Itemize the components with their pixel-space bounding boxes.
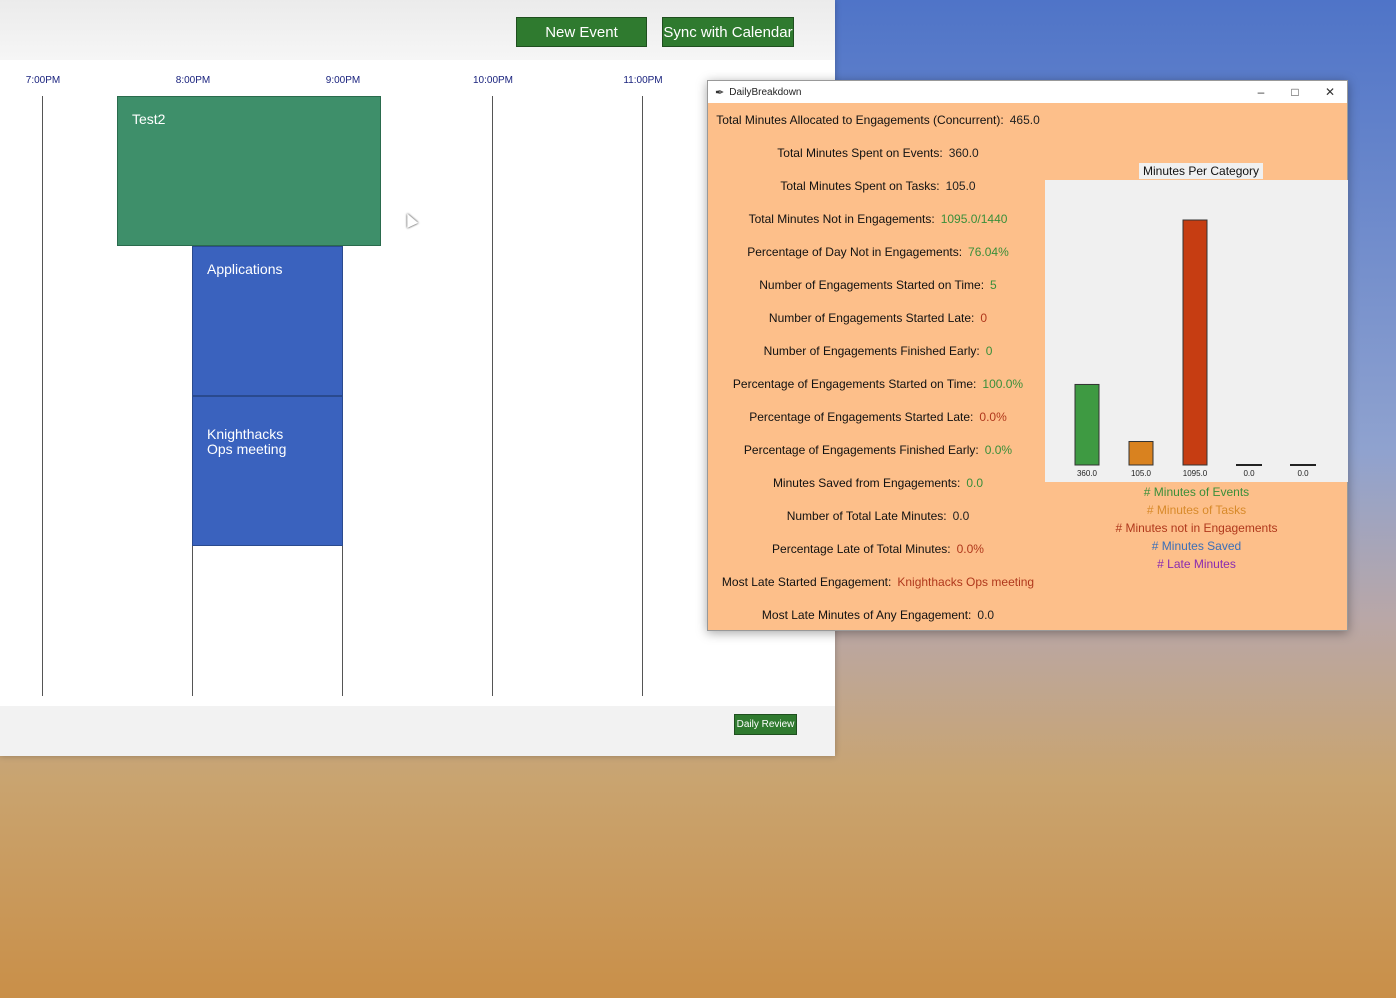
stat-value: 0.0% bbox=[956, 542, 984, 556]
stat-row: Percentage of Engagements Started on Tim… bbox=[708, 377, 1048, 391]
stat-row: Percentage of Day Not in Engagements: 76.… bbox=[708, 245, 1048, 259]
legend-item: # Minutes not in Engagements bbox=[1115, 521, 1278, 535]
stat-value: 360.0 bbox=[948, 146, 979, 160]
stat-row: Total Minutes Spent on Tasks: 105.0 bbox=[708, 179, 1048, 193]
timeline: 7:00PM 8:00PM 9:00PM 10:00PM 11:00PM Tes… bbox=[0, 62, 800, 702]
stat-value: 0.0 bbox=[952, 509, 970, 523]
stat-row: Total Minutes Not in Engagements: 1095.0/… bbox=[708, 212, 1048, 226]
chart-bar bbox=[1182, 219, 1208, 466]
stat-row: Percentage Late of Total Minutes: 0.0% bbox=[708, 542, 1048, 556]
stat-row: Percentage of Engagements Started Late: 0… bbox=[708, 410, 1048, 424]
daily-review-button[interactable]: Daily Review bbox=[734, 714, 797, 735]
stat-row: Percentage of Engagements Finished Early… bbox=[708, 443, 1048, 457]
window-titlebar: ✒ DailyBreakdown – □ ✕ bbox=[708, 81, 1347, 103]
stat-value: 0 bbox=[980, 311, 988, 325]
stat-value: 100.0% bbox=[982, 377, 1024, 391]
event-title: Knighthacks Ops meeting bbox=[207, 426, 287, 457]
legend-item: # Minutes Saved bbox=[1151, 539, 1242, 553]
stat-row: Most Late Started Engagement: Knighthacks… bbox=[708, 575, 1048, 589]
stat-label: Percentage of Engagements Started on Tim… bbox=[732, 377, 977, 391]
new-event-button[interactable]: New Event bbox=[516, 17, 647, 47]
stat-value: 76.04% bbox=[968, 245, 1009, 259]
chart-area: 360.0 105.0 1095.0 0.0 0.0 bbox=[1045, 180, 1348, 482]
toolbar: New Event Sync with Calendar bbox=[0, 0, 835, 60]
time-label-7pm: 7:00PM bbox=[25, 75, 61, 86]
stat-value: 0.0% bbox=[979, 410, 1007, 424]
legend-item: # Minutes of Tasks bbox=[1146, 503, 1247, 517]
stat-row: Number of Engagements Started Late: 0 bbox=[708, 311, 1048, 325]
hour-line bbox=[42, 96, 43, 696]
event-title: Applications bbox=[207, 261, 283, 277]
stat-label: Minutes Saved from Engagements: bbox=[772, 476, 961, 490]
bottom-bar: Daily Review bbox=[0, 706, 835, 756]
bar-value-label: 1095.0 bbox=[1183, 469, 1208, 478]
legend-item: # Minutes of Events bbox=[1143, 485, 1250, 499]
stat-label: Total Minutes Not in Engagements: bbox=[748, 212, 935, 226]
stat-label: Total Minutes Allocated to Engagements (… bbox=[716, 113, 1004, 127]
stat-value: 0 bbox=[985, 344, 993, 358]
stat-row: Number of Engagements Finished Early: 0 bbox=[708, 344, 1048, 358]
stat-row: Total Minutes Spent on Events: 360.0 bbox=[708, 146, 1048, 160]
stat-label: Number of Engagements Finished Early: bbox=[763, 344, 980, 358]
legend-item: # Late Minutes bbox=[1157, 557, 1236, 571]
stat-label: Number of Engagements Started on Time: bbox=[759, 278, 985, 292]
stat-value: 465.0 bbox=[1009, 113, 1040, 127]
stat-label: Total Minutes Spent on Tasks: bbox=[780, 179, 940, 193]
stat-row: Most Late Minutes of Any Engagement: 0.0 bbox=[708, 608, 1048, 622]
time-label-8pm: 8:00PM bbox=[175, 75, 211, 86]
time-label-11pm: 11:00PM bbox=[623, 75, 663, 86]
stat-label: Percentage of Engagements Started Late: bbox=[749, 410, 974, 424]
feather-icon: ✒ bbox=[715, 86, 725, 99]
daily-breakdown-window: ✒ DailyBreakdown – □ ✕ Total Minutes All… bbox=[707, 80, 1348, 631]
stat-label: Number of Total Late Minutes: bbox=[786, 509, 947, 523]
bar-value-label: 105.0 bbox=[1131, 469, 1152, 478]
stat-label: Total Minutes Spent on Events: bbox=[777, 146, 943, 160]
chart-bar bbox=[1074, 383, 1100, 466]
stat-value: 1095.0/1440 bbox=[940, 212, 1008, 226]
stat-label: Percentage of Engagements Finished Early… bbox=[743, 443, 979, 457]
close-icon[interactable]: ✕ bbox=[1320, 83, 1340, 101]
time-label-9pm: 9:00PM bbox=[325, 75, 361, 86]
hour-line bbox=[642, 96, 643, 696]
minimize-icon[interactable]: – bbox=[1251, 83, 1271, 101]
event-title: Test2 bbox=[132, 111, 166, 127]
stat-label: Number of Engagements Started Late: bbox=[768, 311, 975, 325]
stat-label: Most Late Started Engagement: bbox=[721, 575, 892, 589]
event-block-knighthacks[interactable]: Knighthacks Ops meeting bbox=[192, 396, 343, 546]
stat-value: 0.0 bbox=[966, 476, 984, 490]
bar-value-label: 0.0 bbox=[1243, 469, 1255, 478]
stat-value: 5 bbox=[990, 278, 997, 292]
stat-row: Number of Engagements Started on Time: 5 bbox=[708, 278, 1048, 292]
stat-value: 0.0 bbox=[977, 608, 995, 622]
stat-row: Total Minutes Allocated to Engagements (… bbox=[708, 113, 1048, 127]
stat-label: Percentage of Day Not in Engagements: bbox=[747, 245, 963, 259]
bar-value-label: 0.0 bbox=[1297, 469, 1309, 478]
stat-row: Number of Total Late Minutes: 0.0 bbox=[708, 509, 1048, 523]
hour-line bbox=[492, 96, 493, 696]
sync-calendar-button[interactable]: Sync with Calendar bbox=[662, 17, 794, 47]
stat-label: Percentage Late of Total Minutes: bbox=[772, 542, 951, 556]
stat-row: Minutes Saved from Engagements: 0.0 bbox=[708, 476, 1048, 490]
bar-chart: 360.0 105.0 1095.0 0.0 0.0 bbox=[1074, 219, 1316, 478]
bar-value-label: 360.0 bbox=[1077, 469, 1098, 478]
maximize-icon[interactable]: □ bbox=[1285, 83, 1305, 101]
event-block-applications[interactable]: Applications bbox=[192, 246, 343, 396]
chart-bar bbox=[1128, 441, 1154, 466]
event-block-test2[interactable]: Test2 bbox=[117, 96, 381, 246]
stat-value: Knighthacks Ops meeting bbox=[897, 575, 1035, 589]
window-title: DailyBreakdown bbox=[729, 86, 802, 98]
stat-value: 0.0% bbox=[984, 443, 1013, 457]
stat-label: Most Late Minutes of Any Engagement: bbox=[761, 608, 972, 622]
stat-value: 105.0 bbox=[945, 179, 976, 193]
chart-title: Minutes Per Category bbox=[1139, 163, 1264, 179]
time-label-10pm: 10:00PM bbox=[472, 75, 514, 86]
